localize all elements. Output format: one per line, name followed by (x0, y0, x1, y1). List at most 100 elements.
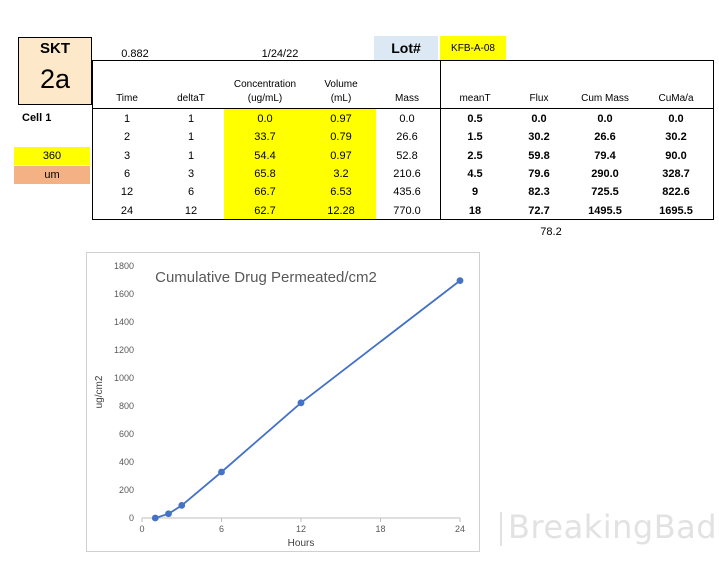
watermark-text: BreakingBad (508, 508, 718, 546)
cell-flux: 82.3 (528, 186, 550, 198)
skt-label: SKT (40, 40, 70, 57)
cell-volume: 12.28 (327, 205, 355, 217)
cell-concentration: 33.7 (254, 131, 276, 143)
cell-cum-mass: 0.0 (597, 113, 613, 125)
cell-cum-mass: 79.4 (594, 150, 616, 162)
watermark-bar (500, 512, 502, 546)
x-tick-label: 18 (375, 524, 385, 534)
col-header-volume: Volume (324, 79, 358, 90)
concentration-highlight (224, 109, 306, 219)
cell-deltat: 1 (187, 113, 195, 125)
cell-mass: 435.6 (393, 186, 421, 198)
y-tick-label: 400 (119, 457, 134, 467)
cell-cuma: 1695.5 (659, 205, 693, 217)
cell-cuma: 0.0 (668, 113, 684, 125)
col-header-concentration: Concentration (233, 79, 297, 90)
cell-volume: 0.79 (330, 131, 352, 143)
col-header-volume-unit: (mL) (330, 93, 352, 104)
cell-cuma: 328.7 (662, 168, 690, 180)
cell-concentration: 54.4 (254, 150, 276, 162)
cell-time: 2 (123, 131, 131, 143)
data-point (165, 510, 172, 518)
cell-cuma: 822.6 (662, 186, 690, 198)
cell-deltat: 1 (187, 150, 195, 162)
table-left-border (92, 60, 93, 220)
data-point (456, 277, 464, 285)
cell-flux: 79.6 (528, 168, 550, 180)
y-tick-label: 800 (119, 401, 134, 411)
chart-xlabel: Hours (288, 538, 315, 549)
cell-mass: 210.6 (393, 168, 421, 180)
data-point (178, 502, 186, 509)
data-point (218, 468, 225, 476)
cell-time: 12 (120, 186, 134, 198)
cell-concentration: 65.8 (254, 168, 276, 180)
cell-time: 3 (123, 150, 131, 162)
thickness-value: 360 (14, 147, 90, 165)
cell-time: 1 (123, 113, 131, 125)
cell-meant: 2.5 (467, 150, 483, 162)
cell-cum-mass: 26.6 (594, 131, 616, 143)
y-tick-label: 600 (119, 429, 134, 439)
cell-volume: 3.2 (333, 168, 349, 180)
chart-ylabel: ug/cm2 (94, 375, 105, 408)
y-tick-label: 1600 (114, 289, 134, 299)
chart-title: Cumulative Drug Permeated/cm2 (155, 269, 377, 286)
table-mid-border (440, 60, 441, 220)
skt-id: 2a (39, 64, 71, 94)
cell-mass: 0.0 (399, 113, 415, 125)
lot-value: KFB-A-08 (440, 36, 506, 60)
volume-highlight (306, 109, 376, 219)
cell-meant: 4.5 (467, 168, 483, 180)
col-header-mass: Mass (395, 93, 419, 104)
cell-concentration: 0.0 (257, 113, 273, 125)
y-tick-label: 1200 (114, 345, 134, 355)
y-tick-label: 200 (119, 485, 134, 495)
y-tick-label: 1800 (114, 261, 134, 271)
cell-time: 24 (120, 205, 134, 217)
cell-flux: 72.7 (528, 205, 550, 217)
cell-deltat: 6 (187, 186, 195, 198)
col-header-cum-mass: Cum Mass (581, 93, 629, 104)
cell-time: 6 (123, 168, 131, 180)
cell-cum-mass: 290.0 (591, 168, 619, 180)
date-value: 1/24/22 (261, 48, 299, 60)
table-header-divider (92, 108, 714, 109)
cell-volume: 0.97 (330, 150, 352, 162)
cell-mass: 770.0 (393, 205, 421, 217)
y-tick-label: 1400 (114, 317, 134, 327)
cell-flux: 0.0 (531, 113, 547, 125)
cell-deltat: 1 (187, 131, 195, 143)
col-header-deltat: deltaT (177, 93, 205, 104)
cell-label: Cell 1 (22, 112, 52, 124)
cell-concentration: 62.7 (254, 205, 276, 217)
col-header-meant: meanT (459, 93, 491, 104)
cell-mass: 52.8 (396, 150, 418, 162)
cell-cum-mass: 1495.5 (588, 205, 622, 217)
data-point (151, 514, 159, 522)
y-tick-label: 1000 (114, 373, 134, 383)
cell-meant: 18 (468, 205, 482, 217)
x-tick-label: 6 (219, 524, 224, 534)
cell-meant: 0.5 (467, 113, 483, 125)
cell-deltat: 12 (184, 205, 198, 217)
x-tick-label: 12 (296, 524, 306, 534)
col-header-concentration-unit: (ug/mL) (247, 93, 283, 104)
cell-cuma: 90.0 (665, 150, 687, 162)
cell-flux: 30.2 (528, 131, 550, 143)
cell-meant: 1.5 (467, 131, 483, 143)
cell-cuma: 30.2 (665, 131, 687, 143)
lot-label: Lot# (374, 36, 438, 60)
cell-mass: 26.6 (396, 131, 418, 143)
col-header-time: Time (116, 93, 138, 104)
table-top-border (92, 60, 714, 61)
series-line (155, 279, 461, 519)
cell-cum-mass: 725.5 (591, 186, 619, 198)
cumulative-chart: Cumulative Drug Permeated/cm2 ug/cm2 Hou… (94, 261, 465, 549)
col-header-cuma: CuMa/a (658, 93, 694, 104)
data-point (297, 399, 305, 407)
table-bottom-border (92, 219, 714, 220)
cell-flux: 59.8 (528, 150, 550, 162)
cell-volume: 6.53 (330, 186, 352, 198)
table-right-border (713, 60, 714, 220)
